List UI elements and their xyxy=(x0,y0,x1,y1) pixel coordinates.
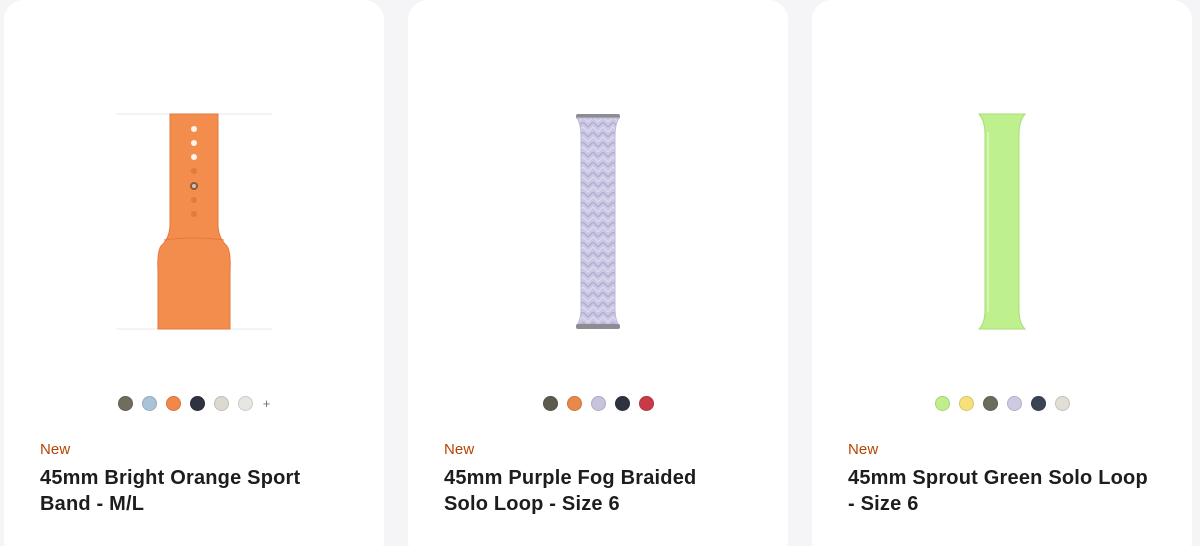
color-swatch[interactable] xyxy=(117,396,133,411)
color-swatches xyxy=(408,396,788,411)
color-swatch[interactable] xyxy=(237,396,253,411)
orange-sport-band-image[interactable] xyxy=(4,112,384,332)
color-swatch[interactable] xyxy=(542,396,558,411)
color-swatch[interactable] xyxy=(1030,396,1046,411)
color-swatch[interactable] xyxy=(934,396,950,411)
color-swatch[interactable] xyxy=(1006,396,1022,411)
color-swatch[interactable] xyxy=(213,396,229,411)
purple-braided-solo-loop-image[interactable] xyxy=(408,112,788,332)
color-swatch[interactable] xyxy=(1054,396,1070,411)
product-card[interactable]: New 45mm Purple Fog Braided Solo Loop - … xyxy=(408,0,788,546)
color-swatches xyxy=(812,396,1192,411)
product-card[interactable]: + New 45mm Bright Orange Sport Band - M/… xyxy=(4,0,384,546)
product-title[interactable]: 45mm Purple Fog Braided Solo Loop - Size… xyxy=(444,465,744,517)
color-swatch[interactable] xyxy=(189,396,205,411)
more-colors-indicator: + xyxy=(262,396,271,411)
green-solo-loop-image[interactable] xyxy=(812,112,1192,332)
new-badge: New xyxy=(848,441,879,458)
color-swatch[interactable] xyxy=(958,396,974,411)
product-title[interactable]: 45mm Sprout Green Solo Loop - Size 6 xyxy=(848,465,1148,517)
color-swatch[interactable] xyxy=(165,396,181,411)
color-swatch[interactable] xyxy=(566,396,582,411)
color-swatch[interactable] xyxy=(614,396,630,411)
color-swatches: + xyxy=(4,396,384,411)
color-swatch[interactable] xyxy=(590,396,606,411)
product-title[interactable]: 45mm Bright Orange Sport Band - M/L xyxy=(40,465,340,517)
color-swatch[interactable] xyxy=(638,396,654,411)
new-badge: New xyxy=(444,441,475,458)
color-swatch[interactable] xyxy=(141,396,157,411)
color-swatch[interactable] xyxy=(982,396,998,411)
product-card[interactable]: New 45mm Sprout Green Solo Loop - Size 6 xyxy=(812,0,1192,546)
new-badge: New xyxy=(40,441,71,458)
